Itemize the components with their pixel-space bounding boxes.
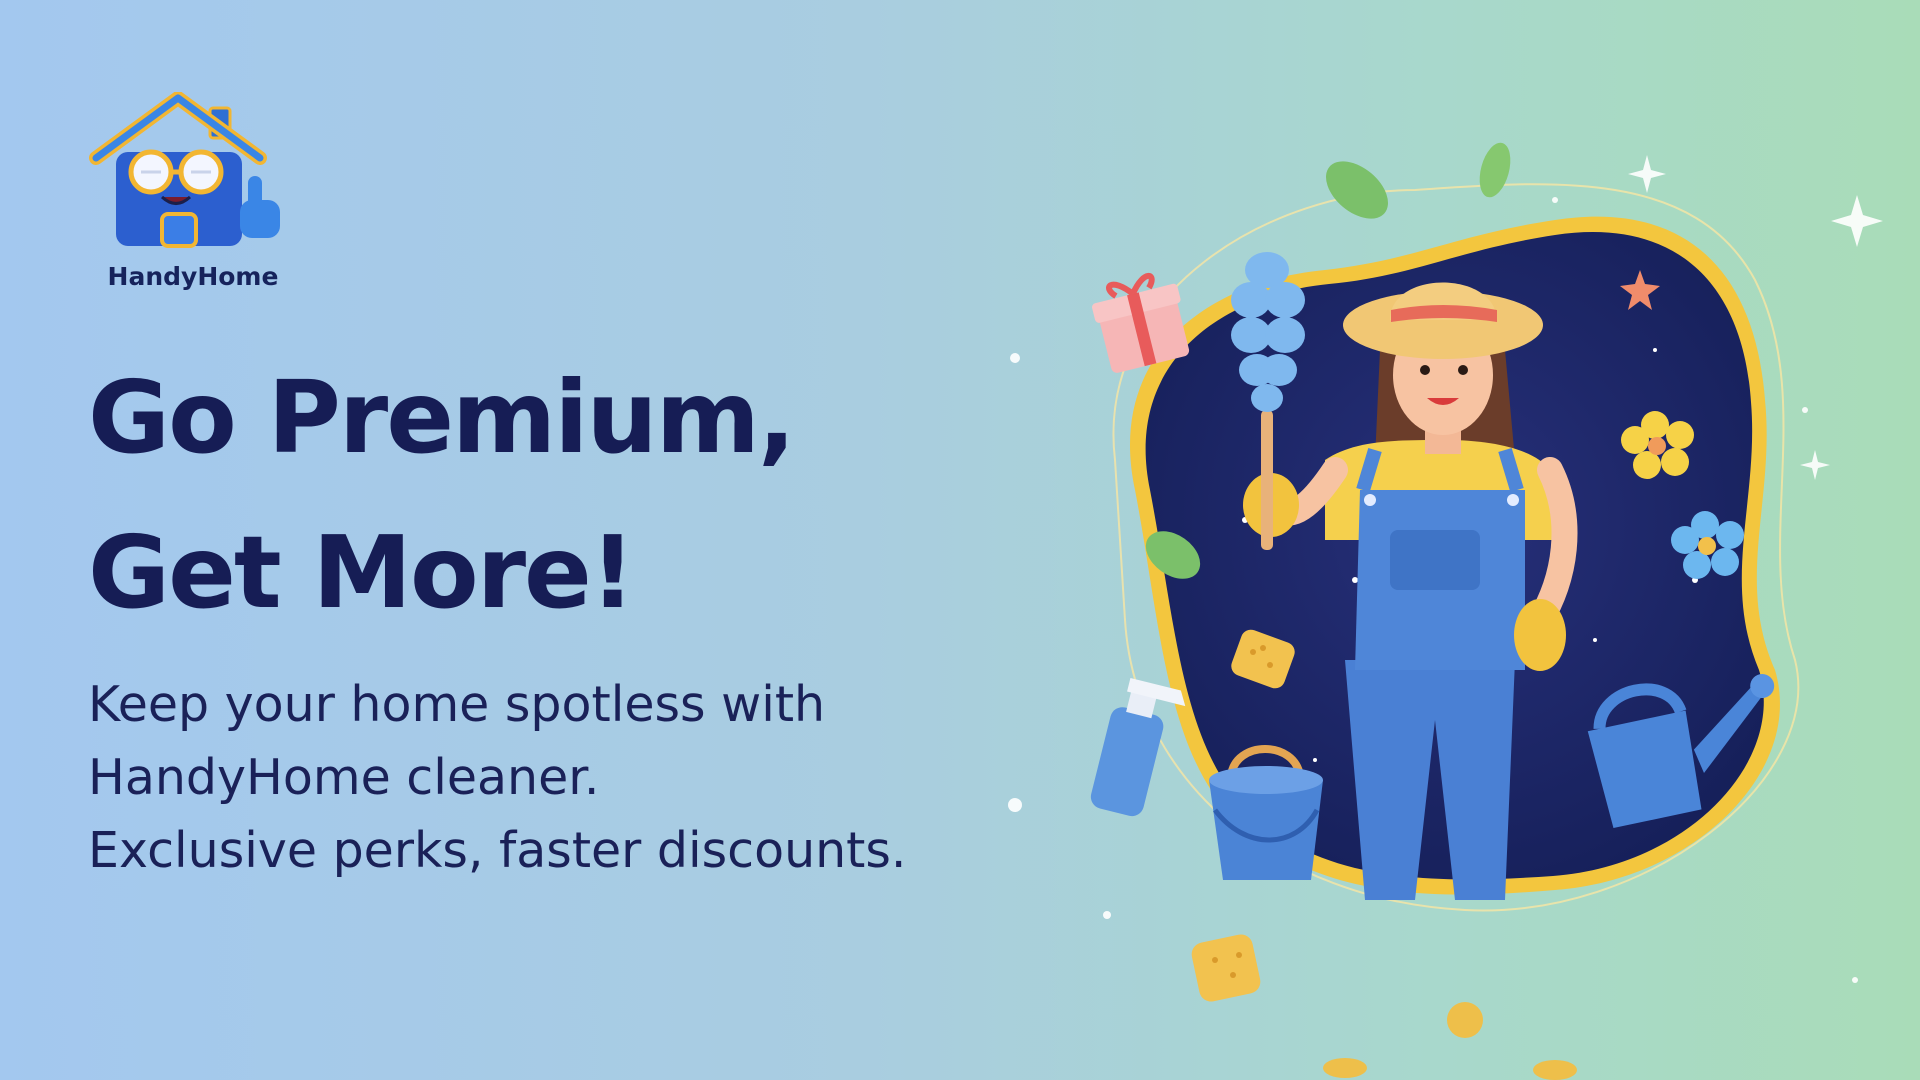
description-line-2: HandyHome cleaner. — [88, 749, 600, 806]
page-title: Go Premium, Get More! — [88, 340, 796, 650]
spray-bottle-icon — [1090, 677, 1186, 817]
description-line-1: Keep your home spotless with — [88, 676, 826, 733]
description-line-3: Exclusive perks, faster discounts. — [88, 822, 907, 879]
brand-logo: HandyHome — [88, 92, 298, 302]
hero-description: Keep your home spotless with HandyHome c… — [88, 668, 907, 887]
headline-line-1: Go Premium, — [88, 359, 796, 476]
headline-line-2: Get More! — [88, 514, 635, 631]
brand-name: HandyHome — [107, 262, 279, 291]
house-mascot-thumbs-up-icon — [89, 92, 280, 248]
leaf-icon — [1326, 161, 1388, 219]
cleaner-woman-illustration — [995, 20, 1920, 1080]
